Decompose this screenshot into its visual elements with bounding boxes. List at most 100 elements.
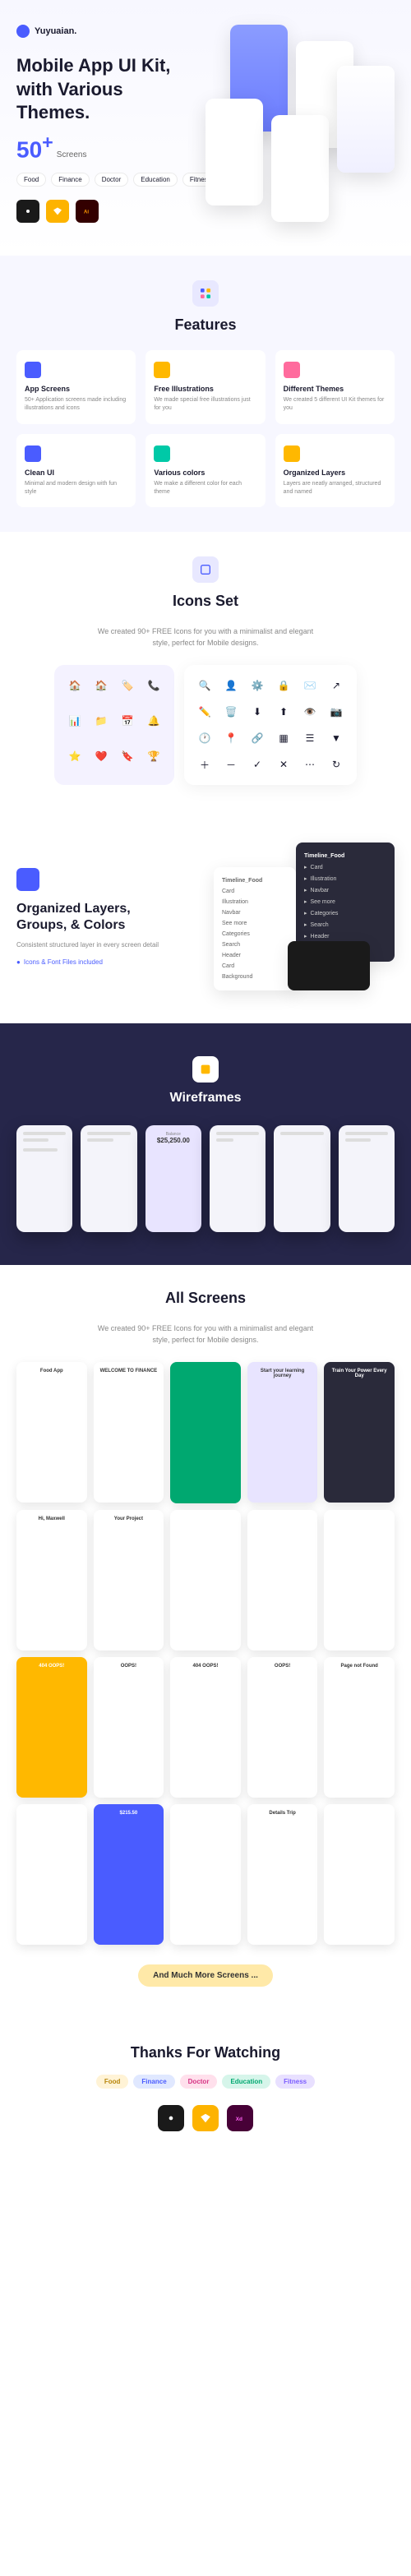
trash-icon: 🗑️: [224, 704, 238, 719]
feature-name: Various colors: [154, 469, 256, 477]
badge-doctor: Doctor: [95, 173, 129, 187]
thanks-badge-fitness: Fitness: [275, 2075, 315, 2089]
layer-row: Categories: [222, 929, 288, 939]
lock-icon: 🔒: [276, 678, 291, 693]
feature-name: Different Themes: [284, 385, 386, 393]
feature-name: Clean UI: [25, 469, 127, 477]
layer-row: ▸ Categories: [304, 907, 386, 919]
screen-title: 404 OOPS!: [23, 1664, 81, 1669]
colors-icon: [154, 445, 170, 462]
screen-title: Food App: [23, 1369, 81, 1373]
layer-row: ▸ Card: [304, 861, 386, 873]
balance-value: $25,250.00: [152, 1137, 195, 1144]
map-icon: 📍: [224, 731, 238, 746]
hero-screens-label: Screens: [57, 150, 87, 159]
layer-row: Background: [222, 972, 288, 982]
trophy-icon: 🏆: [146, 749, 161, 764]
folder-icon: 📁: [94, 713, 109, 728]
star-icon: ⭐: [67, 749, 82, 764]
screen-preview: OOPS!: [94, 1657, 164, 1798]
badge-food: Food: [16, 173, 46, 187]
thanks-badges: Food Finance Doctor Education Fitness: [16, 2075, 395, 2089]
eye-icon: 👁️: [302, 704, 317, 719]
layer-row: See more: [222, 918, 288, 929]
layer-row: Timeline_Food: [222, 875, 288, 886]
layer-row: Card: [222, 961, 288, 972]
screen-preview: Food App: [16, 1362, 87, 1503]
illustrations-icon: [154, 362, 170, 378]
wireframes-section: Wireframes Balance $25,250.00: [0, 1023, 411, 1265]
screen-preview: [170, 1804, 241, 1945]
feature-card: Clean UI Minimal and modern design with …: [16, 434, 136, 508]
icons-set-desc: We created 90+ FREE Icons for you with a…: [90, 626, 321, 649]
icons-set-title: Icons Set: [16, 593, 395, 610]
figma-icon: [16, 200, 39, 223]
hero-mockups: [206, 25, 403, 222]
home-fill-icon: 🏠: [94, 678, 109, 693]
layer-row: ▸ Navbar: [304, 884, 386, 896]
feature-card: Different Themes We created 5 different …: [275, 350, 395, 424]
screen-preview: [247, 1510, 318, 1650]
search-icon: 🔍: [197, 678, 212, 693]
filter-icon: ▼: [329, 731, 344, 746]
screen-title: Train Your Power Every Day: [330, 1369, 388, 1378]
wireframes-row: Balance $25,250.00: [16, 1125, 395, 1232]
layer-row: Header: [222, 950, 288, 961]
layers-panel-light: Timeline_Food Card Illustration Navbar S…: [214, 867, 296, 990]
badge-education: Education: [133, 173, 178, 187]
thanks-tools: Xd: [16, 2105, 395, 2131]
bookmark-icon: 🔖: [120, 749, 135, 764]
screen-title: $215.50: [100, 1811, 158, 1816]
icon-panel-outline: 🔍 👤 ⚙️ 🔒 ✉️ ↗ ✏️ 🗑️ ⬇ ⬆ 👁️ 📷 🕐 📍 🔗 ▦ ☰ ▼…: [184, 665, 357, 785]
layer-row: ▸ Header: [304, 930, 386, 942]
layer-row: Card: [222, 886, 288, 897]
screen-preview: Page not Found: [324, 1657, 395, 1798]
feature-card: Various colors We make a different color…: [145, 434, 265, 508]
svg-text:Ai: Ai: [84, 210, 89, 215]
share-icon: ↗: [329, 678, 344, 693]
layer-row: ▸ See more: [304, 896, 386, 907]
chart-icon: 📊: [67, 713, 82, 728]
all-screens-title: All Screens: [16, 1290, 395, 1307]
thanks-badge-finance: Finance: [133, 2075, 174, 2089]
settings-icon: ⚙️: [250, 678, 265, 693]
thanks-figma-icon: [158, 2105, 184, 2131]
home-icon: 🏠: [67, 678, 82, 693]
bell-icon: 🔔: [146, 713, 161, 728]
layers-subtitle: Consistent structured layer in every scr…: [16, 941, 164, 949]
features-title: Features: [16, 316, 395, 334]
hero-section: Yuyuaian. Mobile App UI Kit, with Variou…: [0, 0, 411, 256]
screen-title: Your Project: [100, 1517, 158, 1521]
screen-title: 404 OOPS!: [177, 1664, 234, 1669]
screen-preview: [170, 1362, 241, 1503]
layer-row: Illustration: [222, 897, 288, 907]
camera-icon: 📷: [329, 704, 344, 719]
feature-desc: Layers are neatly arranged, structured a…: [284, 480, 386, 496]
screen-preview: OOPS!: [247, 1657, 318, 1798]
layers-note: ● Icons & Font Files included: [16, 958, 164, 966]
thanks-badge-doctor: Doctor: [180, 2075, 218, 2089]
feature-desc: We created 5 different UI Kit themes for…: [284, 396, 386, 413]
minus-icon: －: [224, 757, 238, 772]
layers-title: Organized Layers, Groups, & Colors: [16, 901, 164, 935]
all-screens-section: All Screens We created 90+ FREE Icons fo…: [0, 1265, 411, 2011]
more-screens-badge: And Much More Screens ...: [138, 1964, 273, 1987]
screen-title: OOPS!: [254, 1664, 312, 1669]
feature-name: Free Illustrations: [154, 385, 256, 393]
thanks-badge-education: Education: [222, 2075, 270, 2089]
icon-showcase: 🏠 🏠 🏷️ 📞 📊 📁 📅 🔔 ⭐ ❤️ 🔖 🏆 🔍 👤 ⚙️ 🔒 ✉️ ↗ …: [16, 665, 395, 785]
screen-preview: WELCOME TO FINANCE: [94, 1362, 164, 1503]
wireframe-card: [16, 1125, 72, 1232]
layers-panels: Timeline_Food ▸ Card ▸ Illustration ▸ Na…: [181, 843, 395, 990]
screen-title: Start your learning journey: [254, 1369, 312, 1378]
upload-icon: ⬆: [276, 704, 291, 719]
illustrator-icon: Ai: [76, 200, 99, 223]
thanks-xd-icon: Xd: [227, 2105, 253, 2131]
hero-title: Mobile App UI Kit, with Various Themes.: [16, 54, 197, 125]
calendar-icon: 📅: [120, 713, 135, 728]
wireframes-title: Wireframes: [16, 1091, 395, 1106]
wireframe-card: Balance $25,250.00: [145, 1125, 201, 1232]
tag-icon: 🏷️: [120, 678, 135, 693]
feature-card: App Screens 50+ Application screens made…: [16, 350, 136, 424]
sketch-icon: [46, 200, 69, 223]
